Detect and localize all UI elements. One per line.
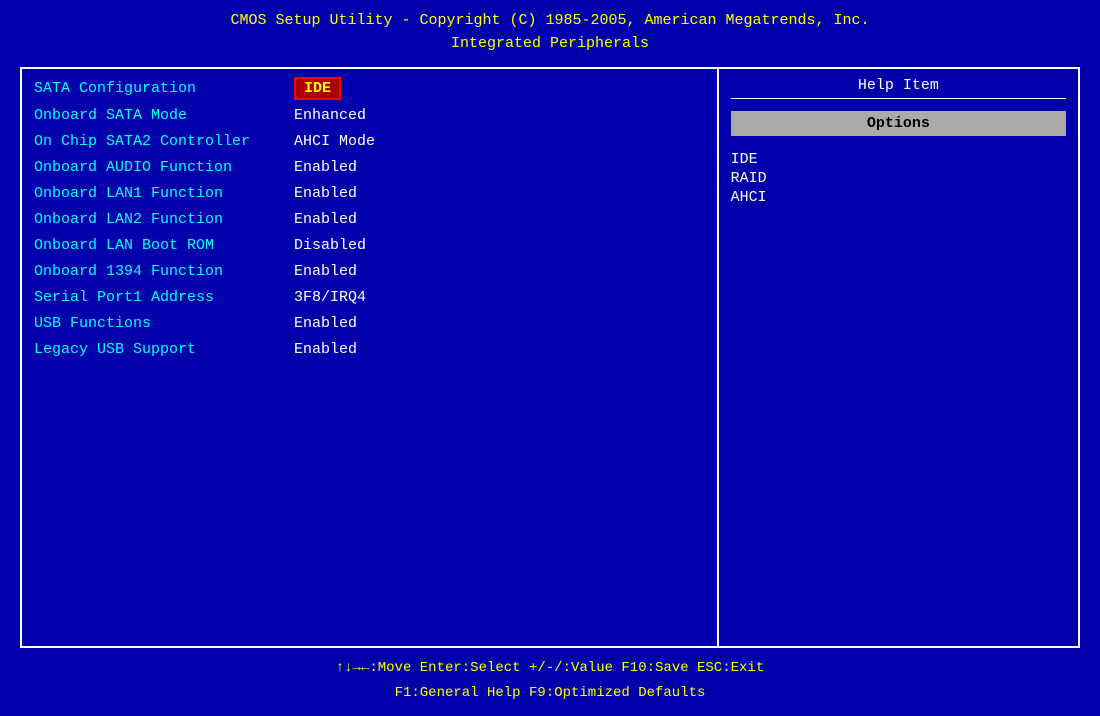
- bios-row-value: AHCI Mode: [294, 133, 375, 150]
- bios-row-label: SATA Configuration: [34, 80, 294, 97]
- bios-row-label: Onboard AUDIO Function: [34, 159, 294, 176]
- bios-row-label: Serial Port1 Address: [34, 289, 294, 306]
- bios-row[interactable]: Serial Port1 Address3F8/IRQ4: [34, 286, 705, 308]
- bios-row-label: USB Functions: [34, 315, 294, 332]
- bios-row-label: On Chip SATA2 Controller: [34, 133, 294, 150]
- header-line1: CMOS Setup Utility - Copyright (C) 1985-…: [230, 10, 869, 33]
- bios-row-label: Onboard LAN1 Function: [34, 185, 294, 202]
- footer-line2: F1:General Help F9:Optimized Defaults: [20, 681, 1080, 706]
- bios-row-label: Onboard LAN2 Function: [34, 211, 294, 228]
- bios-row-value: Disabled: [294, 237, 366, 254]
- bios-row[interactable]: Onboard 1394 FunctionEnabled: [34, 260, 705, 282]
- bios-row[interactable]: On Chip SATA2 ControllerAHCI Mode: [34, 130, 705, 152]
- footer: ↑↓→←:Move Enter:Select +/-/:Value F10:Sa…: [20, 656, 1080, 706]
- bios-row[interactable]: USB FunctionsEnabled: [34, 312, 705, 334]
- bios-row-value: Enhanced: [294, 107, 366, 124]
- option-item[interactable]: RAID: [731, 169, 1066, 188]
- header-line2: Integrated Peripherals: [230, 33, 869, 56]
- bios-row-label: Onboard LAN Boot ROM: [34, 237, 294, 254]
- options-list: IDERAIDAHCI: [731, 150, 1066, 207]
- bios-row[interactable]: Onboard LAN Boot ROMDisabled: [34, 234, 705, 256]
- bios-row[interactable]: SATA ConfigurationIDE: [34, 77, 705, 100]
- footer-line1: ↑↓→←:Move Enter:Select +/-/:Value F10:Sa…: [20, 656, 1080, 681]
- option-item[interactable]: AHCI: [731, 188, 1066, 207]
- bios-row[interactable]: Legacy USB SupportEnabled: [34, 338, 705, 360]
- right-panel: Help Item Options IDERAIDAHCI: [719, 69, 1078, 646]
- bios-row-value: Enabled: [294, 159, 357, 176]
- bios-row[interactable]: Onboard LAN1 FunctionEnabled: [34, 182, 705, 204]
- left-panel: SATA ConfigurationIDEOnboard SATA ModeEn…: [22, 69, 719, 646]
- bios-row[interactable]: Onboard SATA ModeEnhanced: [34, 104, 705, 126]
- bios-row-value: Enabled: [294, 263, 357, 280]
- bios-row-value: 3F8/IRQ4: [294, 289, 366, 306]
- bios-row-value: Enabled: [294, 185, 357, 202]
- bios-row-value: Enabled: [294, 341, 357, 358]
- bios-row[interactable]: Onboard LAN2 FunctionEnabled: [34, 208, 705, 230]
- bios-row-label: Onboard SATA Mode: [34, 107, 294, 124]
- help-title: Help Item: [731, 77, 1066, 99]
- bios-row-value: Enabled: [294, 315, 357, 332]
- bios-row[interactable]: Onboard AUDIO FunctionEnabled: [34, 156, 705, 178]
- bios-row-value[interactable]: IDE: [294, 77, 341, 100]
- option-item[interactable]: IDE: [731, 150, 1066, 169]
- options-box: Options: [731, 111, 1066, 136]
- bios-header: CMOS Setup Utility - Copyright (C) 1985-…: [230, 10, 869, 55]
- bios-row-label: Onboard 1394 Function: [34, 263, 294, 280]
- main-container: SATA ConfigurationIDEOnboard SATA ModeEn…: [20, 67, 1080, 648]
- bios-row-label: Legacy USB Support: [34, 341, 294, 358]
- bios-row-value: Enabled: [294, 211, 357, 228]
